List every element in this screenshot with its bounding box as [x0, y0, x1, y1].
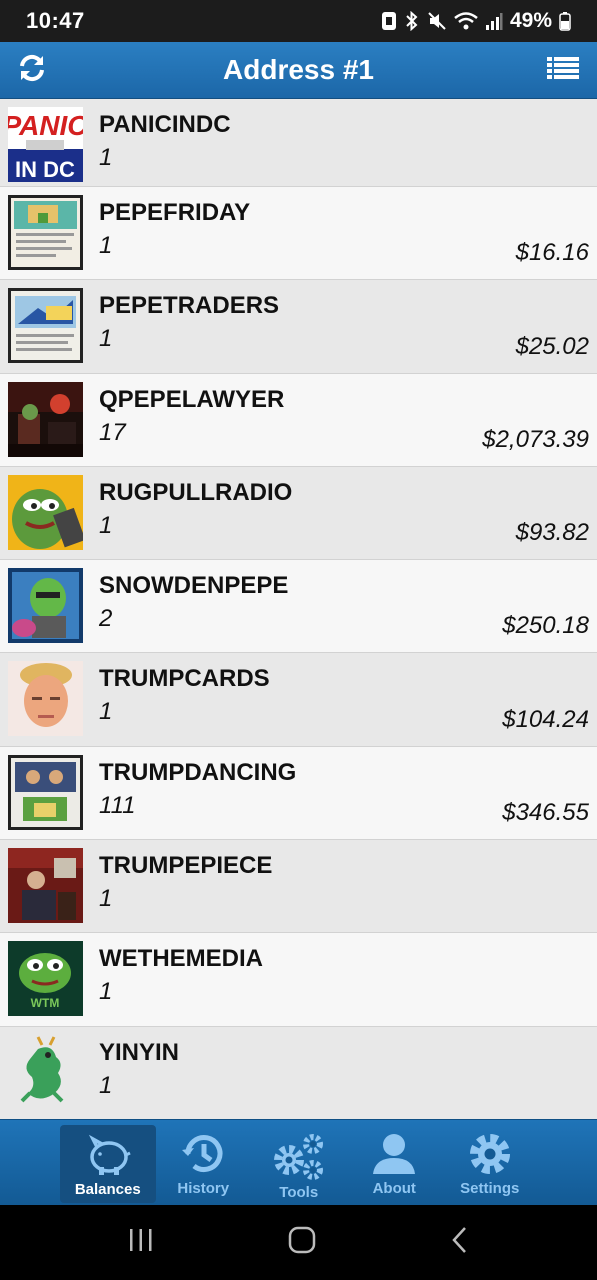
back-icon[interactable]: [450, 1226, 470, 1259]
home-icon[interactable]: [288, 1226, 316, 1259]
asset-row[interactable]: TRUMPCARDS 1 $104.24: [0, 653, 597, 747]
asset-info: RUGPULLRADIO 1 $93.82: [83, 467, 597, 559]
asset-row[interactable]: PEPEFRIDAY 1 $16.16: [0, 187, 597, 281]
asset-thumbnail: [8, 754, 83, 830]
wtm-logo-text: WTM: [31, 996, 60, 1010]
asset-row[interactable]: PEPETRADERS 1 $25.02: [0, 280, 597, 374]
asset-thumbnail: WTM: [8, 941, 83, 1017]
asset-name: PANICINDC: [99, 111, 231, 138]
panic-logo-text: PANIC: [8, 110, 83, 141]
asset-thumbnail: [8, 195, 83, 270]
tab-label: Settings: [460, 1180, 520, 1197]
asset-name: TRUMPEPIECE: [99, 852, 273, 880]
asset-row[interactable]: WTM WETHEMEDIA 1: [0, 933, 597, 1027]
asset-quantity: 1: [99, 885, 113, 913]
tab-label: History: [177, 1180, 230, 1197]
bottom-tab-bar: Balances History Tools About Settings: [0, 1119, 597, 1205]
mute-icon: [427, 11, 447, 31]
bluetooth-icon: [404, 11, 420, 31]
asset-thumbnail: PANIC IN DC: [8, 107, 83, 182]
asset-info: TRUMPEPIECE 1: [83, 840, 597, 932]
asset-name: PEPETRADERS: [99, 292, 280, 320]
asset-thumbnail: [8, 288, 83, 364]
asset-row[interactable]: SNOWDENPEPE 2 $250.18: [0, 560, 597, 654]
asset-quantity: 1: [99, 1071, 113, 1099]
status-bar: 10:47 49%: [0, 0, 597, 42]
asset-value: $2,073.39: [482, 425, 589, 453]
gear-icon: [467, 1132, 513, 1176]
gears-icon: [271, 1132, 327, 1180]
asset-thumbnail: [8, 568, 83, 644]
asset-thumbnail: [8, 661, 83, 737]
asset-list[interactable]: PANIC IN DC PANICINDC 1: [0, 99, 597, 1119]
tab-history[interactable]: History: [156, 1120, 252, 1206]
asset-info: PEPEFRIDAY 1 $16.16: [83, 187, 597, 279]
system-nav-bar: [0, 1205, 597, 1280]
tab-settings[interactable]: Settings: [442, 1120, 538, 1206]
asset-row[interactable]: PANIC IN DC PANICINDC 1: [0, 99, 597, 187]
battery-icon: [559, 11, 571, 31]
status-time: 10:47: [26, 8, 85, 33]
asset-thumbnail: [8, 1034, 83, 1110]
app-header: Address #1: [0, 42, 597, 99]
asset-row[interactable]: QPEPELAWYER 17 $2,073.39: [0, 373, 597, 467]
tab-label: Balances: [74, 1181, 141, 1198]
asset-value: $250.18: [502, 612, 589, 640]
user-icon: [371, 1132, 417, 1176]
history-icon: [180, 1132, 226, 1176]
panic-logo-subtext: IN DC: [15, 157, 75, 182]
asset-value: $16.16: [515, 239, 589, 267]
tab-about[interactable]: About: [347, 1120, 443, 1206]
asset-name: RUGPULLRADIO: [99, 478, 293, 506]
signal-icon: [485, 11, 503, 31]
asset-name: QPEPELAWYER: [99, 385, 285, 413]
status-icons: 49%: [381, 9, 571, 33]
tab-tools[interactable]: Tools: [251, 1120, 347, 1206]
asset-info: TRUMPCARDS 1 $104.24: [83, 653, 597, 745]
list-icon: [547, 56, 579, 85]
tab-balances[interactable]: Balances: [60, 1125, 156, 1203]
asset-value: $346.55: [502, 799, 589, 827]
asset-info: PANICINDC 1: [83, 99, 597, 186]
page-title: Address #1: [223, 54, 374, 85]
asset-row[interactable]: YINYIN 1: [0, 1026, 597, 1119]
asset-quantity: 1: [99, 144, 113, 171]
asset-name: YINYIN: [99, 1038, 180, 1066]
asset-info: PEPETRADERS 1 $25.02: [83, 280, 597, 372]
asset-name: SNOWDENPEPE: [99, 572, 289, 600]
asset-row[interactable]: RUGPULLRADIO 1 $93.82: [0, 466, 597, 561]
asset-name: TRUMPCARDS: [99, 665, 270, 693]
asset-value: $104.24: [502, 705, 589, 733]
refresh-button[interactable]: [2, 42, 62, 99]
menu-list-button[interactable]: [533, 42, 593, 99]
piggy-bank-icon: [85, 1133, 131, 1177]
asset-info: YINYIN 1: [83, 1027, 597, 1119]
asset-value: $25.02: [515, 332, 589, 360]
tab-label: Tools: [279, 1184, 319, 1201]
asset-thumbnail: [8, 474, 83, 550]
asset-info: WETHEMEDIA 1: [83, 933, 597, 1025]
notification-icon: [381, 11, 397, 31]
refresh-icon: [17, 53, 47, 88]
asset-name: PEPEFRIDAY: [99, 199, 251, 226]
asset-thumbnail: [8, 381, 83, 457]
asset-value: $93.82: [515, 519, 589, 547]
asset-row[interactable]: TRUMPEPIECE 1: [0, 840, 597, 934]
asset-info: SNOWDENPEPE 2 $250.18: [83, 560, 597, 652]
asset-thumbnail: [8, 848, 83, 924]
asset-name: TRUMPDANCING: [99, 758, 297, 786]
asset-name: WETHEMEDIA: [99, 945, 263, 973]
asset-info: TRUMPDANCING 111 $346.55: [83, 747, 597, 839]
asset-info: QPEPELAWYER 17 $2,073.39: [83, 374, 597, 466]
asset-quantity: 1: [99, 978, 113, 1006]
recents-icon[interactable]: [127, 1227, 155, 1258]
wifi-icon: [454, 11, 478, 31]
tab-label: About: [372, 1180, 416, 1197]
battery-percent: 49%: [509, 9, 552, 32]
asset-row[interactable]: TRUMPDANCING 111 $346.55: [0, 746, 597, 841]
